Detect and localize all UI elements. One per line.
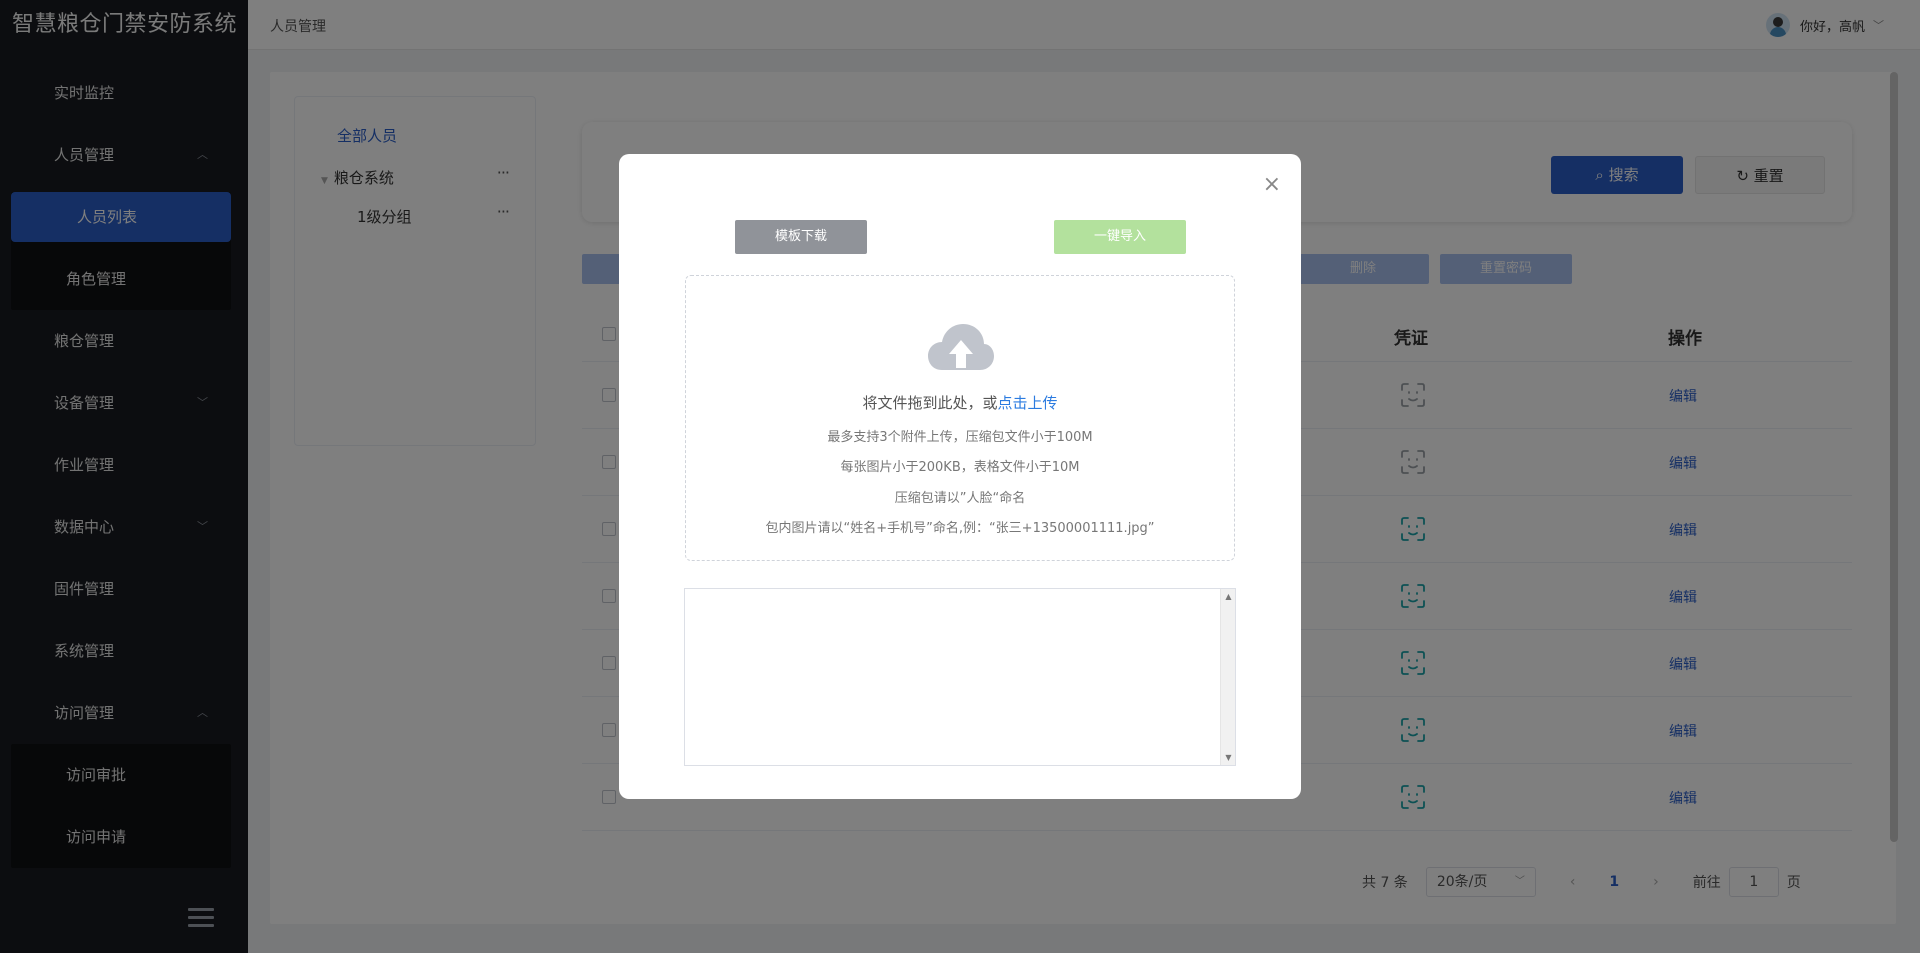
upload-link[interactable]: 点击上传 <box>998 394 1058 412</box>
upload-tip: 压缩包请以”人脸“命名 <box>894 491 1026 506</box>
drop-instruction: 将文件拖到此处，或点击上传 <box>686 392 1234 413</box>
import-dialog: × 模板下载 一键导入 将文件拖到此处，或点击上传 最多支持3个附件上传，压缩包… <box>619 154 1301 799</box>
upload-dropzone[interactable]: 将文件拖到此处，或点击上传 最多支持3个附件上传，压缩包文件小于100M 每张图… <box>685 275 1235 561</box>
drop-text: 将文件拖到此处，或 <box>862 394 998 412</box>
one-click-import-button[interactable]: 一键导入 <box>1054 220 1186 254</box>
scroll-down-icon[interactable]: ▼ <box>1221 750 1236 765</box>
close-icon[interactable]: × <box>1263 174 1281 196</box>
textarea-scrollbar[interactable]: ▲ ▼ <box>1220 589 1235 765</box>
upload-tip: 包内图片请以“姓名+手机号”命名,例：“张三+13500001111.jpg” <box>765 521 1155 536</box>
upload-tip: 每张图片小于200KB，表格文件小于10M <box>840 460 1080 475</box>
template-download-button[interactable]: 模板下载 <box>735 220 867 254</box>
cloud-upload-icon <box>926 322 996 372</box>
scroll-up-icon[interactable]: ▲ <box>1221 589 1236 604</box>
upload-tip: 最多支持3个附件上传，压缩包文件小于100M <box>827 430 1093 445</box>
import-result-textarea[interactable]: ▲ ▼ <box>684 588 1236 766</box>
